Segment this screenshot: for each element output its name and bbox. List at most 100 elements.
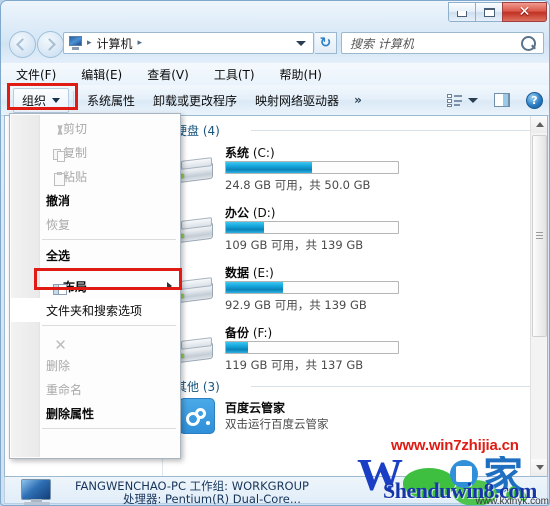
drive-letter-c: (C:) <box>252 146 275 160</box>
scissors-icon <box>52 124 69 140</box>
menu-item-rename[interactable]: 删除 <box>10 353 180 377</box>
hard-drive-icon <box>175 157 217 188</box>
refresh-button[interactable]: ↻ <box>315 32 337 54</box>
uninstall-change-program-button[interactable]: 卸载或更改程序 <box>144 89 246 112</box>
menu-item-undo[interactable]: 撤消 <box>10 188 180 212</box>
forward-button[interactable] <box>37 31 64 58</box>
drive-title-d: 办公 (D:) <box>225 204 276 221</box>
menu-item-label: 撤消 <box>46 193 71 208</box>
group-header-other: 其他 (3) <box>175 380 220 394</box>
capacity-bar-f <box>225 341 399 354</box>
window-controls: ✕ <box>448 2 547 22</box>
change-view-icon[interactable] <box>447 93 462 107</box>
help-icon[interactable]: ? <box>526 91 543 109</box>
toolbar-right-group: ? <box>447 91 543 109</box>
menu-separator <box>42 428 176 429</box>
maximize-icon <box>483 7 495 17</box>
capacity-bar-c <box>225 161 399 174</box>
toolbar-overflow-button[interactable]: » <box>348 93 368 107</box>
menu-item-copy[interactable]: 复制 <box>10 140 180 164</box>
menu-separator <box>42 270 176 271</box>
scrollbar-thumb[interactable] <box>532 135 547 337</box>
paste-icon <box>52 172 69 188</box>
menu-item-label: 删除属性 <box>46 406 95 421</box>
menu-item-folder-and-search-options[interactable]: 文件夹和搜索选项 <box>10 298 180 322</box>
search-box[interactable]: 搜索 计算机 <box>341 32 544 54</box>
menu-help[interactable]: 帮助(H) <box>270 64 332 85</box>
menu-file[interactable]: 文件(F) <box>6 64 66 85</box>
search-icon <box>521 35 536 51</box>
scroll-up-button[interactable] <box>531 116 547 133</box>
menu-item-select-all[interactable]: 全选 <box>10 243 180 267</box>
processor-value: Pentium(R) Dual-Core... <box>165 492 301 506</box>
drive-name-c: 系统 <box>225 146 250 160</box>
chevron-down-icon <box>52 97 61 103</box>
menu-item-redo[interactable]: 恢复 <box>10 212 180 236</box>
delete-x-icon: ✕ <box>54 336 67 354</box>
refresh-icon: ↻ <box>319 35 332 51</box>
menu-item-close[interactable] <box>10 432 180 456</box>
details-line-processor: 处理器: Pentium(R) Dual-Core... <box>123 491 301 506</box>
map-network-drive-button[interactable]: 映射网络驱动器 <box>246 89 348 112</box>
address-dropdown-icon[interactable] <box>296 40 306 46</box>
title-bar: ✕ <box>1 1 549 27</box>
back-button[interactable] <box>9 31 36 58</box>
menu-separator <box>42 239 176 240</box>
explorer-window: ✕ ▸ 计算机 ▸ ↻ 搜索 计算机 文件(F) 编辑(E) 查看(V) 工具(… <box>0 0 550 506</box>
layout-icon <box>52 282 69 298</box>
drive-capacity-text-e: 92.9 GB 可用，共 139 GB <box>225 298 367 312</box>
drive-name-f: 备份 <box>225 326 250 340</box>
organize-button-wrapper: 组织 <box>7 82 78 113</box>
menu-view[interactable]: 查看(V) <box>137 64 199 85</box>
minimize-button[interactable] <box>448 2 476 22</box>
menu-edit[interactable]: 编辑(E) <box>71 64 132 85</box>
watermark-kxinyk-text: www.kxinyk.com <box>475 496 549 506</box>
menu-item-label: 全选 <box>46 248 71 263</box>
menu-item-label: 文件夹和搜索选项 <box>46 303 143 318</box>
menu-item-layout[interactable]: 布局 <box>10 274 180 298</box>
drive-letter-d: (D:) <box>252 206 276 220</box>
system-properties-button[interactable]: 系统属性 <box>78 89 144 112</box>
app-detail-label: 双击运行百度云管家 <box>225 417 329 431</box>
menu-item-label: 恢复 <box>46 217 71 232</box>
toolbar: 组织 系统属性 卸载或更改程序 映射网络驱动器 » ? <box>1 82 549 116</box>
toolbar-separator <box>73 91 75 109</box>
breadcrumb-separator-icon-2[interactable]: ▸ <box>135 38 146 48</box>
organize-button-label: 组织 <box>22 93 47 108</box>
menu-bar: 文件(F) 编辑(E) 查看(V) 工具(T) 帮助(H) <box>1 63 549 85</box>
organize-dropdown-menu[interactable]: 剪切 复制 粘贴 撤消 恢复 全选 布局 文件夹和搜索选项 ✕ 删除 重命名 删… <box>9 113 181 459</box>
drive-letter-e: (E:) <box>252 266 274 280</box>
breadcrumb-separator-icon: ▸ <box>87 38 92 48</box>
close-icon: ✕ <box>518 4 531 20</box>
drive-title-e: 数据 (E:) <box>225 264 274 281</box>
submenu-chevron-right-icon <box>167 282 172 290</box>
capacity-bar-e <box>225 281 399 294</box>
capacity-bar-d <box>225 221 399 234</box>
content-pane: 硬盘 (4) 系统 (C:) 24.8 GB 可用，共 50.0 GB 办公 (… <box>163 116 547 476</box>
processor-label: 处理器: <box>123 492 162 506</box>
change-view-chevron-down-icon[interactable] <box>468 97 478 103</box>
group-header-harddisks: 硬盘 (4) <box>175 124 220 138</box>
menu-item-remove-properties[interactable]: 重命名 <box>10 377 180 401</box>
address-bar[interactable]: ▸ 计算机 ▸ <box>63 32 314 54</box>
preview-pane-icon[interactable] <box>494 93 510 107</box>
menu-item-label: 重命名 <box>46 382 83 397</box>
close-button[interactable]: ✕ <box>502 2 547 22</box>
breadcrumb-computer[interactable]: 计算机 <box>95 35 135 52</box>
drive-letter-f: (F:) <box>252 326 273 340</box>
maximize-button[interactable] <box>475 2 503 22</box>
menu-item-paste[interactable]: 粘贴 <box>10 164 180 188</box>
vertical-scrollbar[interactable] <box>530 116 547 476</box>
organize-button[interactable]: 组织 <box>13 87 70 113</box>
app-name-label: 百度云管家 <box>225 401 286 415</box>
drive-name-d: 办公 <box>225 206 250 220</box>
drive-title-f: 备份 (F:) <box>225 324 272 341</box>
address-row: ▸ 计算机 ▸ ↻ 搜索 计算机 <box>1 29 549 59</box>
menu-item-cut[interactable]: 剪切 <box>10 116 180 140</box>
drive-capacity-text-c: 24.8 GB 可用，共 50.0 GB <box>225 178 371 192</box>
menu-item-properties[interactable]: 删除属性 <box>10 401 180 425</box>
menu-item-label: 删除 <box>46 358 71 373</box>
menu-tools[interactable]: 工具(T) <box>204 64 265 85</box>
menu-separator <box>42 325 176 326</box>
menu-item-delete[interactable]: ✕ <box>10 329 180 353</box>
